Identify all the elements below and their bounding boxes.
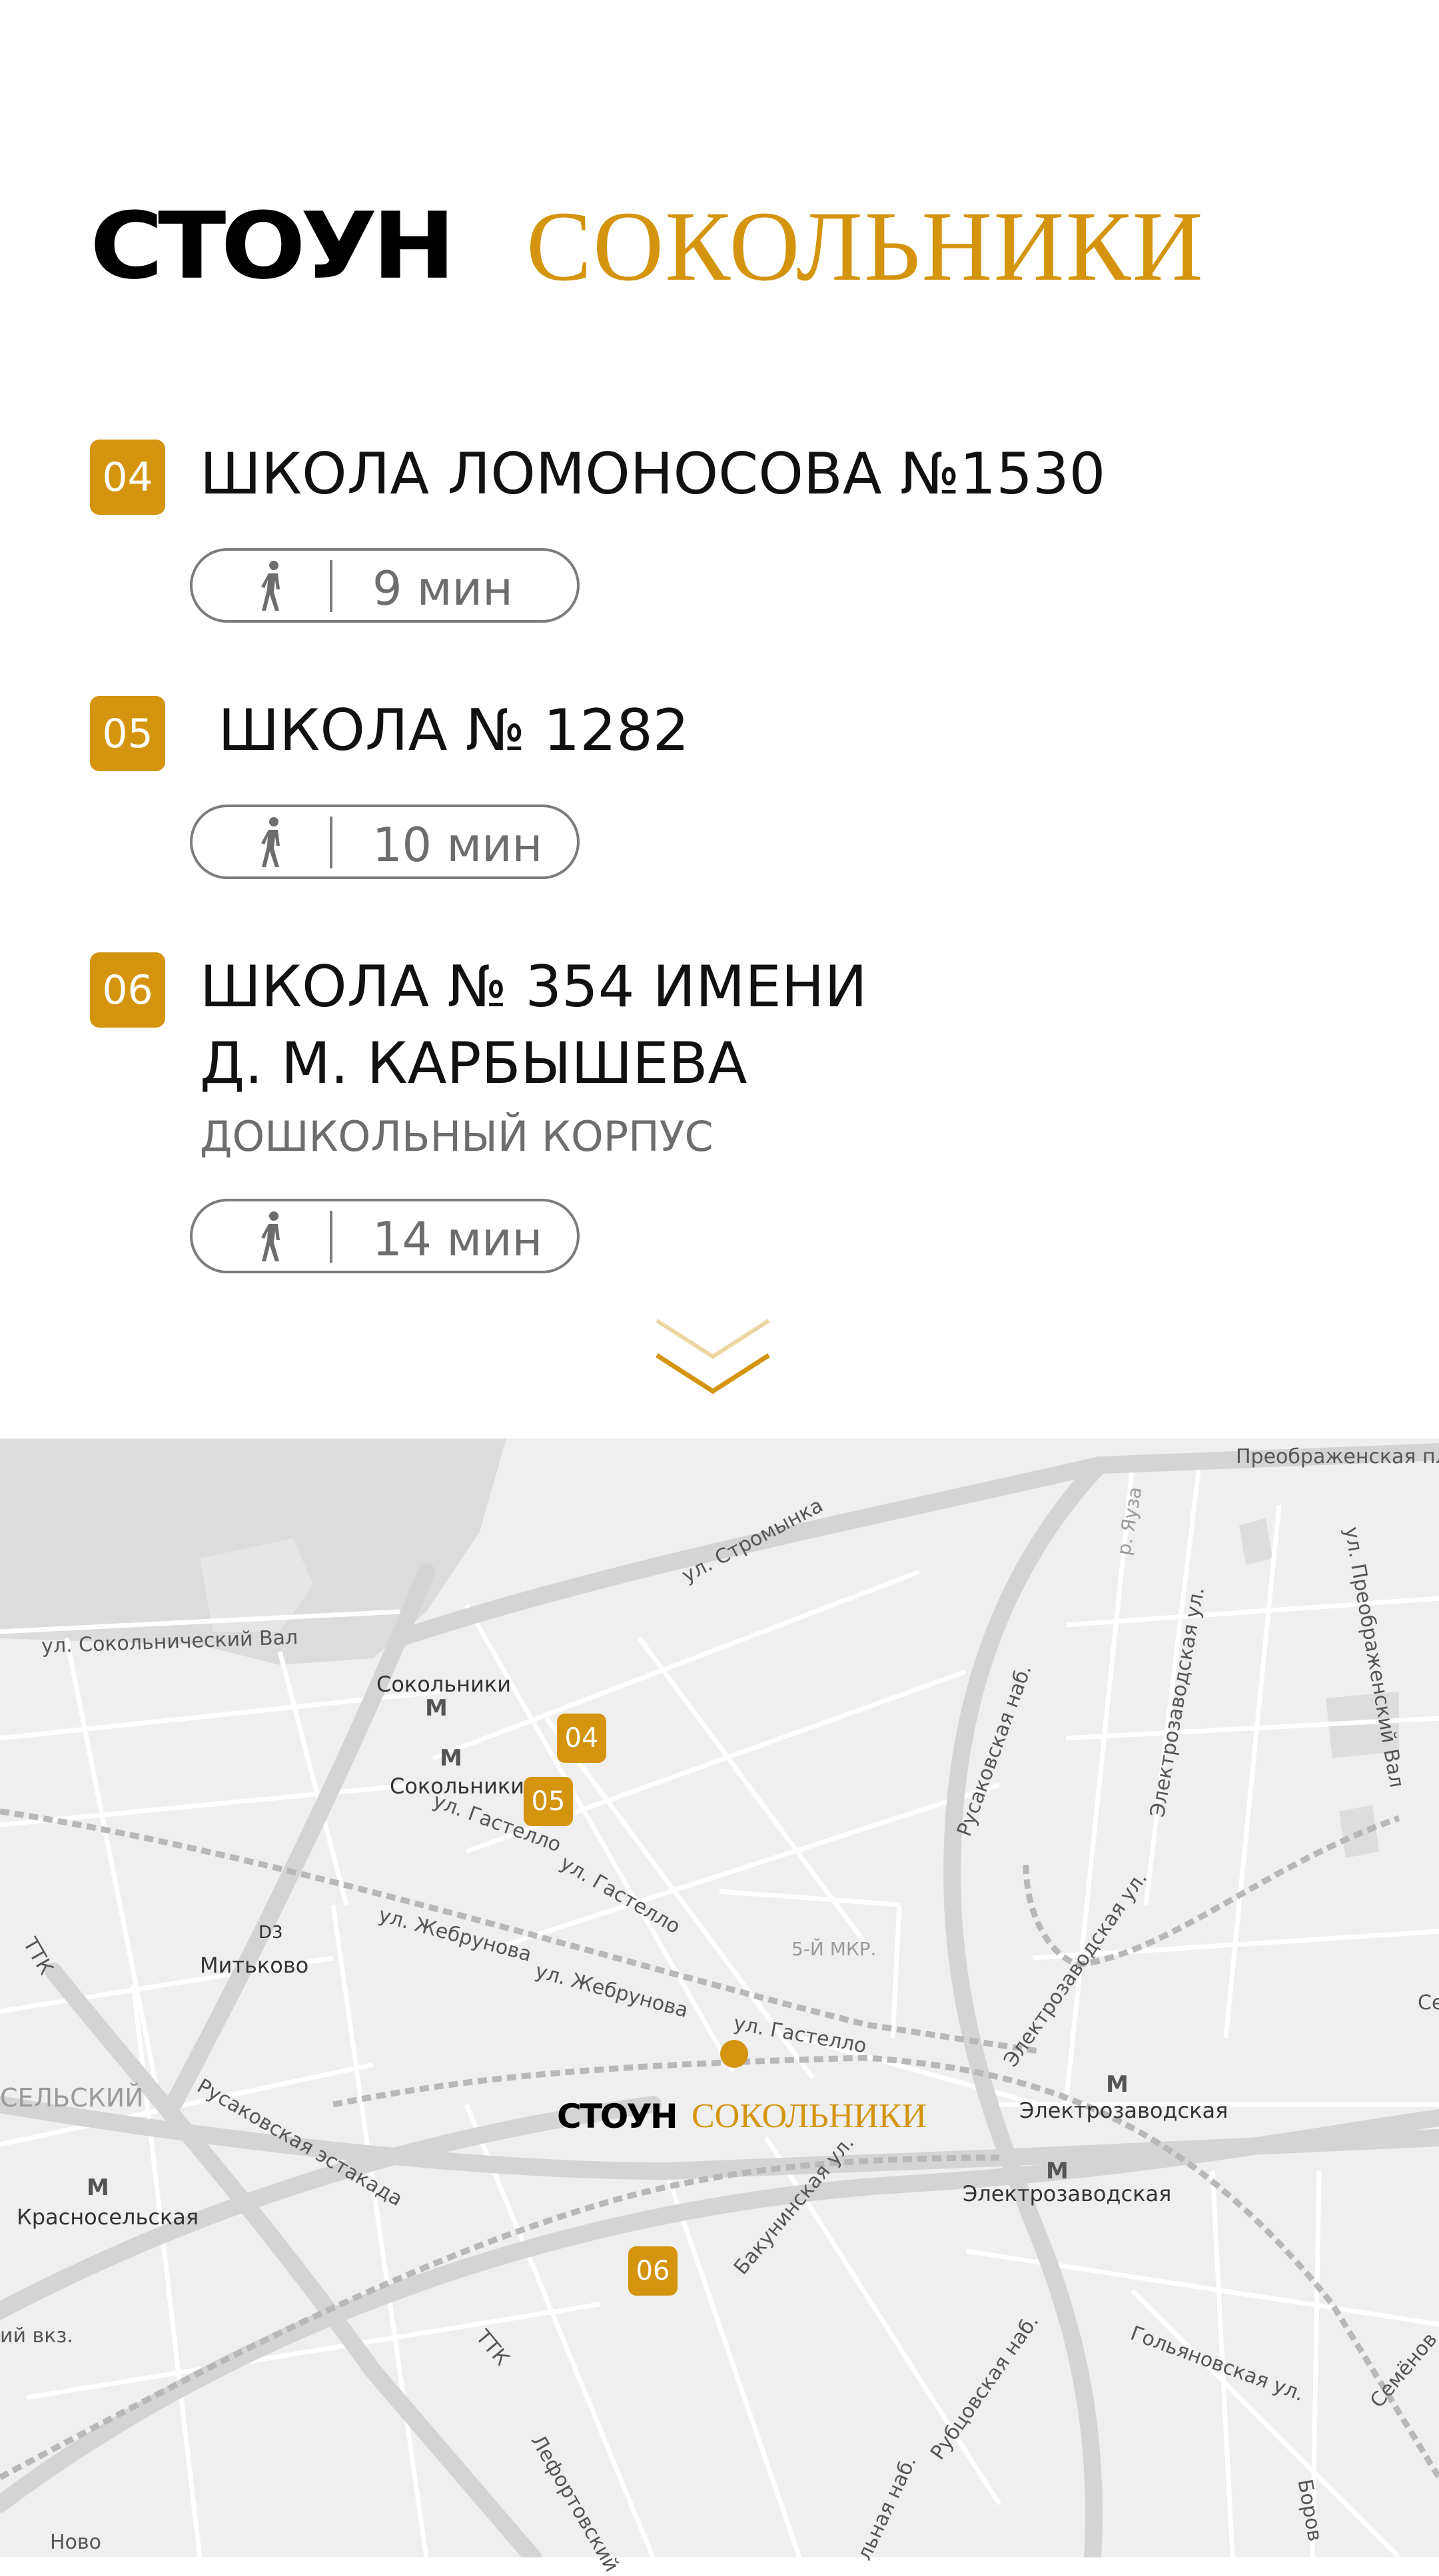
map-label: Се: [1418, 1991, 1439, 2015]
map-marker-04[interactable]: 04: [557, 1714, 606, 1763]
walk-time-pill: 14 мин: [190, 1199, 580, 1273]
school-number-badge: 06: [90, 952, 165, 1028]
metro-station-label: Сокольники: [390, 1773, 524, 1799]
map-label: 5-Й МКР.: [791, 1938, 877, 1960]
metro-icon: М: [1046, 2158, 1069, 2184]
pill-separator: [330, 1211, 332, 1263]
school-item-05: 05 ШКОЛА № 1282 10 мин: [90, 693, 1356, 892]
map-roads: [0, 1439, 1439, 2557]
brand-logo: СТОУН СОКОЛЬНИКИ: [90, 193, 1302, 300]
metro-station-label: Электрозаводская: [1019, 2098, 1228, 2123]
map-marker-05[interactable]: 05: [524, 1777, 573, 1826]
chevron-down-icon[interactable]: [653, 1315, 773, 1399]
school-number-badge: 04: [90, 440, 165, 515]
school-number-badge: 05: [90, 696, 165, 771]
school-item-04: 04 ШКОЛА ЛОМОНОСОВА №1530 9 мин: [90, 436, 1356, 636]
project-location-dot[interactable]: [720, 2040, 748, 2068]
metro-station-label: Красносельская: [17, 2204, 199, 2230]
map-label: Ново: [50, 2531, 101, 2554]
walk-time: 10 мин: [372, 818, 543, 872]
school-subtitle: ДОШКОЛЬНЫЙ КОРПУС: [200, 1112, 714, 1161]
brand-logo-part2: СОКОЛЬНИКИ: [526, 191, 1204, 302]
metro-station-label: Электрозаводская: [963, 2181, 1172, 2206]
map-project-logo: СТОУН СОКОЛЬНИКИ: [557, 2096, 930, 2136]
metro-icon: М: [425, 1695, 448, 1722]
walk-time-pill: 10 мин: [190, 805, 580, 879]
pill-separator: [330, 816, 332, 868]
map-logo-part1: СТОУН: [557, 2097, 678, 2136]
pill-separator: [330, 560, 332, 612]
metro-icon: М: [1106, 2071, 1129, 2098]
map-label: СЕЛЬСКИЙ: [0, 2083, 144, 2112]
metro-icon: М: [87, 2174, 109, 2201]
metro-station-label: Сокольники: [376, 1672, 511, 1697]
school-title: ШКОЛА № 1282: [200, 697, 690, 764]
brand-logo-part1: СТОУН: [90, 192, 456, 300]
location-map[interactable]: Преображенская пл ул. Стромынка р. Яуза …: [0, 1439, 1439, 2576]
metro-station-label: D3: [258, 1923, 283, 1943]
map-label: ий вкз.: [0, 2324, 73, 2348]
walk-icon: [261, 1211, 280, 1261]
school-title: ШКОЛА ЛОМОНОСОВА №1530: [200, 441, 1106, 507]
walk-time: 9 мин: [372, 561, 513, 616]
walk-icon: [261, 817, 280, 867]
walk-time-pill: 9 мин: [190, 548, 580, 623]
map-logo-part2: СОКОЛЬНИКИ: [692, 2097, 927, 2135]
metro-icon: М: [440, 1745, 462, 1771]
walk-time: 14 мин: [372, 1212, 543, 1267]
walk-icon: [261, 561, 280, 611]
metro-station-label: Митьково: [200, 1953, 309, 1978]
map-marker-06[interactable]: 06: [628, 2246, 678, 2296]
school-title: ШКОЛА № 354 ИМЕНИ Д. М. КАРБЫШЕВА: [200, 954, 867, 1097]
map-label: Преображенская пл: [1236, 1445, 1439, 1468]
school-item-06: 06 ШКОЛА № 354 ИМЕНИ Д. М. КАРБЫШЕВА ДОШ…: [90, 949, 1356, 1282]
